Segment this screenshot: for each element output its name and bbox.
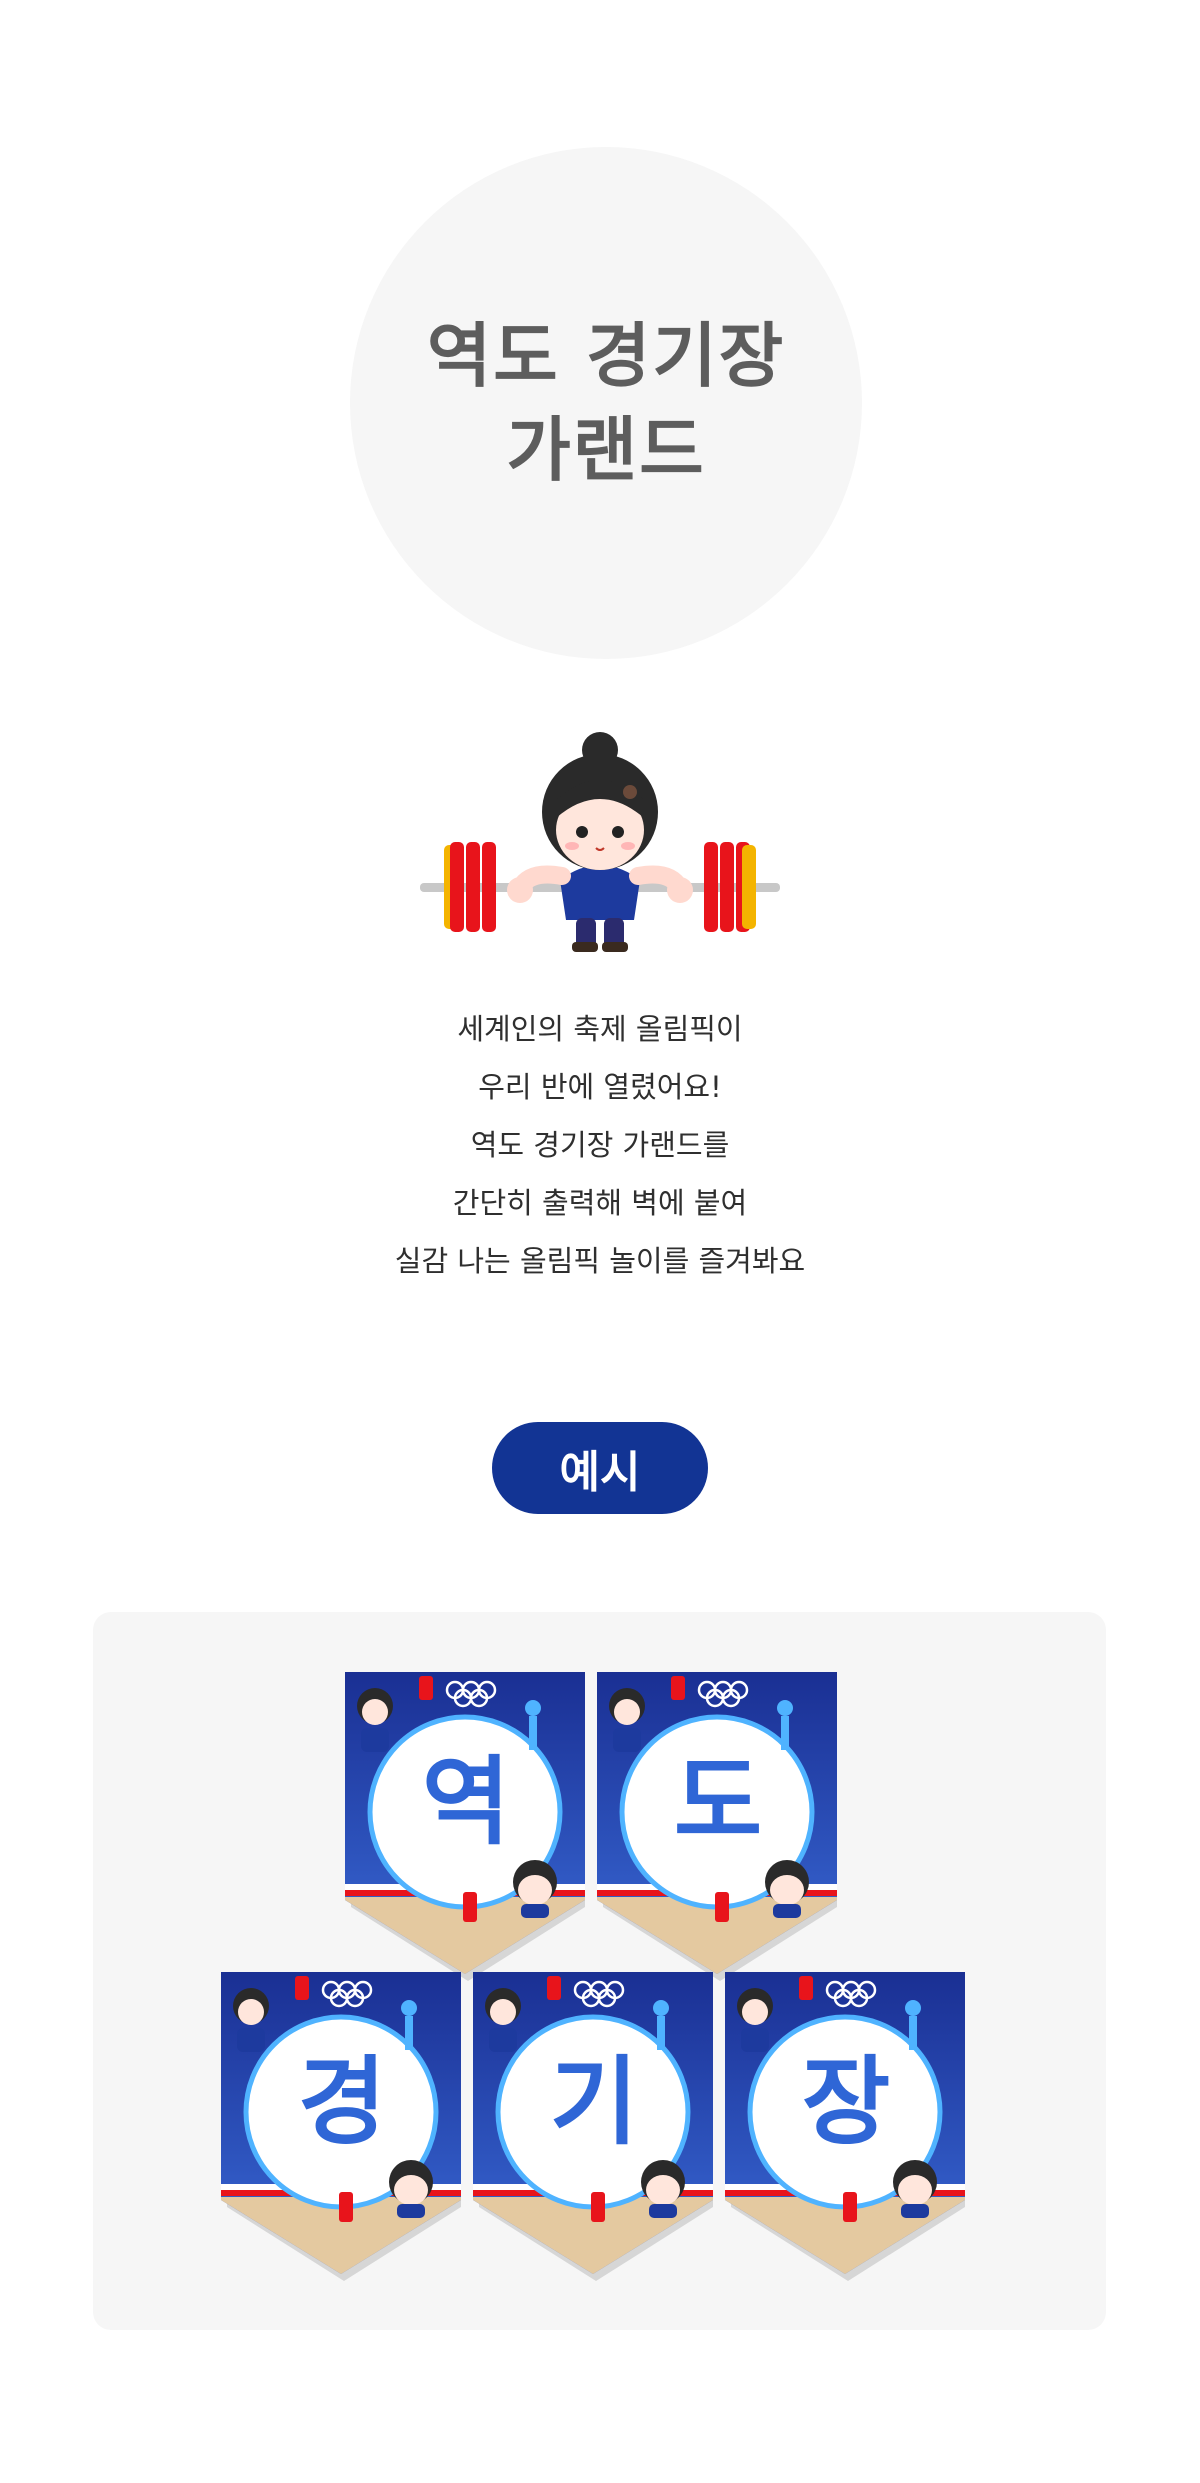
description: 세계인의 축제 올림픽이 우리 반에 열렸어요! 역도 경기장 가랜드를 간단히… bbox=[300, 1000, 900, 1290]
description-line: 간단히 출력해 벽에 붙여 bbox=[452, 1186, 748, 1220]
pennant-letter: 역 bbox=[421, 1746, 511, 1858]
example-panel: 역 도 경 기 장 bbox=[93, 1612, 1106, 2330]
description-line: 우리 반에 열렸어요! bbox=[478, 1070, 722, 1104]
description-line: 역도 경기장 가랜드를 bbox=[470, 1128, 730, 1162]
weightlifter-icon bbox=[420, 730, 780, 970]
pennant-letter: 기 bbox=[549, 2046, 639, 2158]
page-title-line-2: 가랜드 bbox=[506, 409, 706, 491]
pennant-1: 역 bbox=[345, 1672, 587, 1982]
title-badge: 역도 경기장 가랜드 bbox=[350, 147, 862, 659]
pennant-2: 도 bbox=[597, 1672, 839, 1982]
pennant-letter: 경 bbox=[297, 2046, 387, 2158]
pennant-5: 장 bbox=[725, 1972, 967, 2282]
description-line: 세계인의 축제 올림픽이 bbox=[457, 1012, 743, 1046]
pennant-letter: 도 bbox=[673, 1746, 763, 1858]
pennant-letter: 장 bbox=[801, 2046, 891, 2158]
description-line: 실감 나는 올림픽 놀이를 즐겨봐요 bbox=[394, 1244, 806, 1278]
page-title-line-1: 역도 경기장 bbox=[426, 315, 786, 397]
pennant-4: 기 bbox=[473, 1972, 715, 2282]
example-badge: 예시 bbox=[492, 1422, 708, 1514]
pennant-3: 경 bbox=[221, 1972, 463, 2282]
